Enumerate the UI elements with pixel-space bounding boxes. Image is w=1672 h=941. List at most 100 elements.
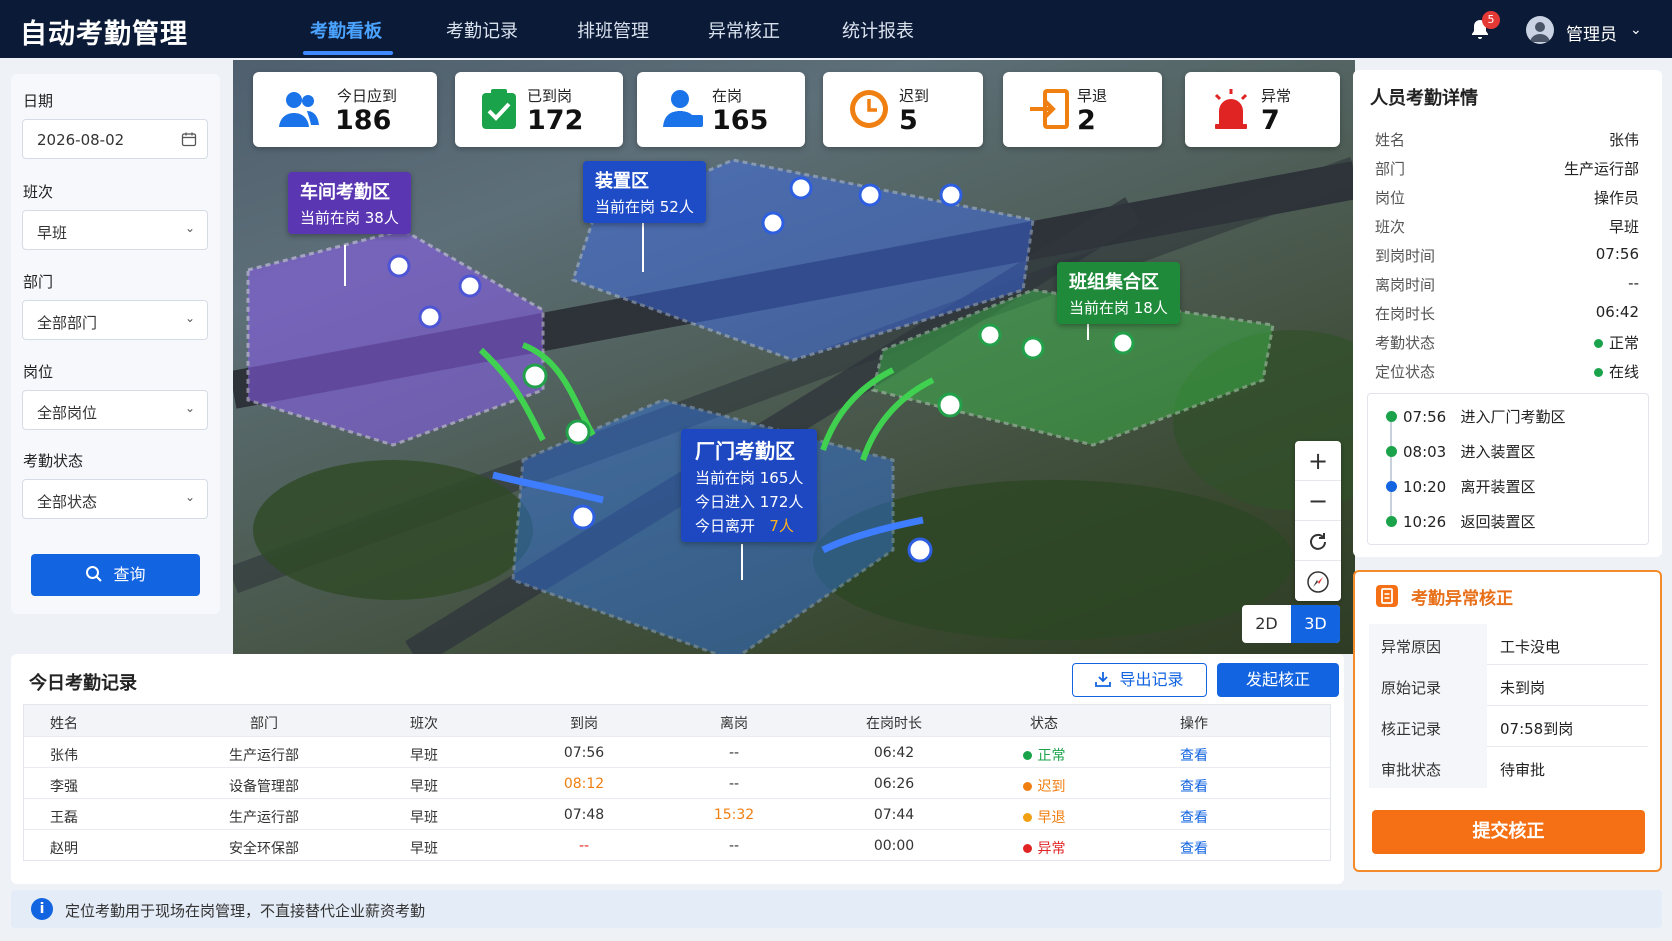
compass-button[interactable] — [1295, 561, 1341, 601]
tab-dashboard[interactable]: 考勤看板 — [310, 17, 382, 43]
search-icon — [86, 566, 103, 582]
zone-subtitle: 当前在岗 52人 — [595, 198, 694, 216]
stat-card-arrived: 已到岗 172 — [455, 72, 623, 147]
view-link[interactable]: 查看 — [1154, 807, 1234, 827]
alarm-icon — [1214, 89, 1248, 129]
chevron-down-icon[interactable]: ⌄ — [1630, 22, 1642, 38]
stat-card-early: 早退 2 — [1003, 72, 1162, 147]
table-row[interactable]: 张伟 生产运行部 早班 07:56 -- 06:42 正常 查看 — [24, 736, 1330, 767]
avatar[interactable] — [1526, 16, 1554, 44]
dept-label: 部门 — [23, 273, 54, 291]
status-badge: 早退 — [1004, 807, 1084, 827]
zone-tag-gate[interactable]: 厂门考勤区 当前在岗 165人 今日进入 172人 今日离开 7人 — [681, 429, 818, 542]
document-icon — [1376, 585, 1398, 607]
chevron-down-icon: ⌄ — [184, 490, 195, 504]
records-panel: 今日考勤记录 导出记录 发起核正 姓名 部门 班次 到岗 离岗 在岗时长 状态 … — [11, 654, 1344, 884]
correction-row: 审批状态 待审批 — [1369, 747, 1648, 788]
dept-select[interactable]: 全部部门 ⌄ — [22, 300, 208, 340]
stat-label: 在岗 — [712, 87, 743, 105]
view-link[interactable]: 查看 — [1154, 745, 1234, 765]
view-2d-button[interactable]: 2D — [1242, 605, 1291, 643]
site-map[interactable]: 车间考勤区 当前在岗 38人 装置区 当前在岗 52人 班组集合区 当前在岗 1… — [233, 60, 1355, 654]
tab-reports[interactable]: 统计报表 — [842, 17, 914, 43]
status-badge: 正常 — [1004, 745, 1084, 765]
info-icon: i — [31, 898, 53, 920]
compass-icon — [1307, 571, 1329, 593]
table-row[interactable]: 王磊 生产运行部 早班 07:48 15:32 07:44 早退 查看 — [24, 798, 1330, 829]
shift-label: 班次 — [23, 183, 54, 201]
chevron-down-icon: ⌄ — [184, 401, 195, 415]
view-link[interactable]: 查看 — [1154, 838, 1234, 858]
tab-schedule[interactable]: 排班管理 — [577, 17, 649, 43]
stat-label: 早退 — [1077, 87, 1108, 105]
user-icon — [663, 90, 703, 127]
post-value: 全部岗位 — [37, 404, 98, 422]
date-value: 2026-08-02 — [37, 131, 125, 149]
stat-label: 已到岗 — [527, 87, 573, 105]
stat-card-onduty: 在岗 165 — [637, 72, 805, 147]
timeline-item: 08:03 进入装置区 — [1386, 441, 1536, 462]
stat-card-late: 迟到 5 — [823, 72, 983, 147]
tab-records[interactable]: 考勤记录 — [446, 17, 518, 43]
panel-title: 人员考勤详情 — [1370, 88, 1478, 109]
column-header: 班次 — [410, 716, 438, 732]
table-row[interactable]: 赵明 安全环保部 早班 -- -- 00:00 异常 查看 — [24, 829, 1330, 860]
app-title: 自动考勤管理 — [20, 19, 188, 50]
column-header: 到岗 — [570, 716, 598, 732]
map-zoom-controls: + − — [1295, 441, 1341, 601]
user-name[interactable]: 管理员 — [1566, 20, 1617, 45]
view-3d-button[interactable]: 3D — [1291, 605, 1340, 643]
zone-line-entered: 今日进入 172人 — [695, 493, 804, 511]
query-button[interactable]: 查询 — [31, 554, 200, 596]
person-detail-panel: 人员考勤详情 姓名 张伟 部门 生产运行部 岗位 操作员 班次 早班 到岗时间 07:56… — [1353, 70, 1662, 557]
zone-tag-workshop[interactable]: 车间考勤区 当前在岗 38人 — [288, 172, 411, 234]
users-icon — [279, 92, 319, 127]
reset-view-button[interactable] — [1295, 521, 1341, 561]
user-avatar-icon — [1530, 22, 1550, 42]
table-row[interactable]: 李强 设备管理部 早班 08:12 -- 06:26 迟到 查看 — [24, 767, 1330, 798]
column-header: 状态 — [1030, 716, 1058, 732]
chevron-down-icon: ⌄ — [184, 221, 195, 235]
calendar-icon — [181, 132, 197, 147]
refresh-icon — [1310, 533, 1326, 550]
active-tab-indicator — [303, 51, 393, 55]
stat-value: 172 — [527, 105, 584, 136]
status-select[interactable]: 全部状态 ⌄ — [22, 479, 208, 519]
tab-correction[interactable]: 异常核正 — [708, 17, 780, 43]
stat-card-abnormal: 异常 7 — [1185, 72, 1340, 147]
zone-tag-device[interactable]: 装置区 当前在岗 52人 — [583, 161, 706, 223]
correction-table: 异常原因 工卡没电 原始记录 未到岗 核正记录 07:58到岗 审批状态 待审批 — [1369, 624, 1648, 788]
submit-correction-button[interactable]: 提交核正 — [1372, 810, 1645, 854]
column-header: 在岗时长 — [866, 716, 922, 732]
start-correction-button[interactable]: 发起核正 — [1217, 663, 1339, 697]
map-scene — [233, 156, 1355, 654]
view-link[interactable]: 查看 — [1154, 776, 1234, 796]
info-text: 定位考勤用于现场在岗管理，不直接替代企业薪资考勤 — [65, 902, 426, 920]
zone-subtitle: 当前在岗 18人 — [1069, 299, 1168, 317]
correction-row: 核正记录 07:58到岗 — [1369, 706, 1648, 747]
zone-line-onduty: 当前在岗 165人 — [695, 469, 804, 487]
stat-value: 186 — [335, 105, 392, 136]
stat-value: 7 — [1261, 105, 1280, 136]
records-table: 姓名 部门 班次 到岗 离岗 在岗时长 状态 操作 张伟 生产运行部 早班 07… — [23, 704, 1331, 861]
post-select[interactable]: 全部岗位 ⌄ — [22, 390, 208, 430]
filter-panel: 日期 2026-08-02 班次 早班 ⌄ 部门 全部部门 ⌄ 岗位 全部岗位 … — [11, 74, 220, 614]
zone-title: 班组集合区 — [1069, 272, 1159, 293]
zone-tag-team[interactable]: 班组集合区 当前在岗 18人 — [1057, 262, 1180, 324]
timeline-line — [1390, 414, 1392, 518]
shift-select[interactable]: 早班 ⌄ — [22, 210, 208, 250]
export-records-button[interactable]: 导出记录 — [1072, 663, 1207, 697]
shift-value: 早班 — [37, 224, 68, 242]
status-label: 考勤状态 — [23, 452, 84, 470]
zoom-in-button[interactable]: + — [1295, 441, 1341, 481]
date-field[interactable]: 2026-08-02 — [22, 119, 208, 159]
correction-row: 原始记录 未到岗 — [1369, 665, 1648, 706]
stat-label: 异常 — [1261, 87, 1292, 105]
query-label: 查询 — [113, 565, 146, 584]
check-clipboard-icon — [482, 89, 516, 129]
top-bar: 自动考勤管理 考勤看板 考勤记录 排班管理 异常核正 统计报表 5 管理员 ⌄ — [0, 0, 1672, 58]
stat-value: 5 — [899, 105, 918, 136]
zone-line-left: 今日离开 7人 — [695, 517, 794, 535]
zoom-out-button[interactable]: − — [1295, 481, 1341, 521]
view-toggle: 2D 3D — [1242, 605, 1340, 643]
